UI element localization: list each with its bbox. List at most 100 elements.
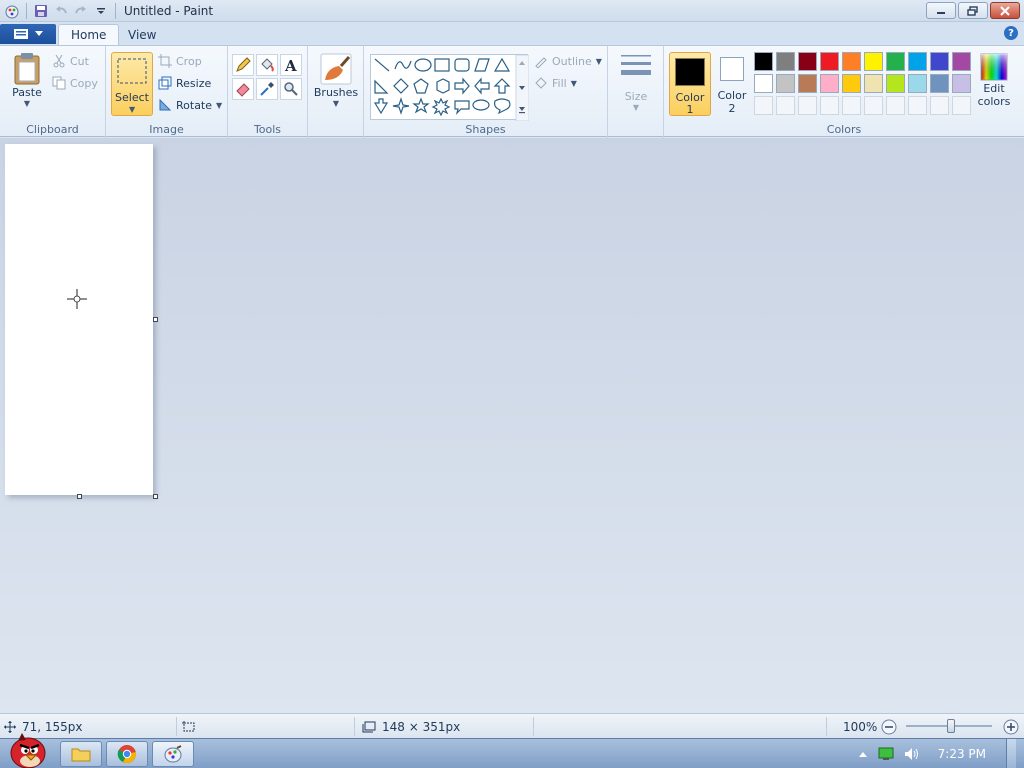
paste-label: Paste	[12, 86, 42, 99]
palette-color-swatch[interactable]	[930, 52, 949, 71]
palette-color-swatch[interactable]	[798, 52, 817, 71]
size-label: Size	[624, 90, 648, 103]
rotate-icon	[159, 98, 172, 111]
drawing-canvas[interactable]	[5, 144, 153, 495]
zoom-out-button[interactable]	[881, 714, 897, 739]
color-picker-icon[interactable]	[256, 78, 278, 100]
palette-color-swatch[interactable]	[754, 74, 773, 93]
brushes-button[interactable]: Brushes ▼	[314, 52, 358, 108]
clock[interactable]: 7:23 PM	[938, 747, 986, 761]
zoom-in-button[interactable]	[1003, 714, 1019, 739]
crop-label: Crop	[176, 54, 202, 68]
help-icon[interactable]: ?	[1004, 26, 1018, 40]
palette-color-swatch[interactable]	[864, 74, 883, 93]
chevron-down-icon: ▼	[632, 103, 640, 112]
save-icon[interactable]	[31, 1, 51, 21]
volume-icon[interactable]	[904, 747, 920, 761]
palette-custom-slot[interactable]	[776, 96, 795, 115]
palette-color-swatch[interactable]	[842, 74, 861, 93]
zoom-slider[interactable]	[906, 714, 992, 739]
text-icon[interactable]: A	[280, 54, 302, 76]
palette-color-swatch[interactable]	[886, 74, 905, 93]
palette-custom-slot[interactable]	[798, 96, 817, 115]
resize-button[interactable]: Resize	[158, 76, 211, 90]
palette-custom-slot[interactable]	[908, 96, 927, 115]
tab-view[interactable]: View	[116, 24, 168, 45]
taskbar-chrome-button[interactable]	[106, 741, 148, 767]
redo-icon[interactable]	[71, 1, 91, 21]
resize-handle-bottom[interactable]	[77, 494, 82, 499]
color-spectrum-icon	[980, 53, 1008, 81]
status-bar: 71, 155px 148 × 351px 100%	[0, 713, 1024, 738]
status-separator	[826, 717, 827, 736]
palette-custom-slot[interactable]	[930, 96, 949, 115]
undo-icon[interactable]	[51, 1, 71, 21]
palette-custom-slot[interactable]	[864, 96, 883, 115]
zoom-slider-thumb[interactable]	[947, 719, 955, 733]
palette-color-swatch[interactable]	[908, 52, 927, 71]
palette-custom-slot[interactable]	[754, 96, 773, 115]
palette-color-swatch[interactable]	[952, 74, 971, 93]
start-button[interactable]	[4, 731, 50, 768]
color1-button[interactable]: Color 1	[669, 52, 711, 116]
copy-label: Copy	[70, 76, 98, 90]
palette-color-swatch[interactable]	[952, 52, 971, 71]
edit-colors-label-1: Edit	[983, 82, 1005, 95]
resize-handle-right[interactable]	[153, 317, 158, 322]
copy-button[interactable]: Copy	[52, 76, 98, 90]
palette-custom-slot[interactable]	[886, 96, 905, 115]
palette-color-swatch[interactable]	[820, 52, 839, 71]
resize-handle-corner[interactable]	[153, 494, 158, 499]
rotate-label: Rotate	[176, 98, 213, 112]
restore-button[interactable]	[958, 2, 988, 19]
taskbar-paint-button[interactable]	[152, 741, 194, 767]
close-button[interactable]	[990, 2, 1020, 19]
chevron-down-icon: ▼	[332, 99, 340, 108]
paint-app-icon[interactable]	[2, 1, 22, 21]
copy-icon	[52, 76, 66, 90]
minimize-button[interactable]	[926, 2, 956, 19]
color2-button[interactable]: Color 2	[713, 52, 751, 116]
palette-custom-slot[interactable]	[842, 96, 861, 115]
palette-color-swatch[interactable]	[842, 52, 861, 71]
taskbar-explorer-button[interactable]	[60, 741, 102, 767]
show-desktop-button[interactable]	[1006, 739, 1016, 768]
palette-custom-slot[interactable]	[952, 96, 971, 115]
crosshair-cursor-icon	[67, 289, 87, 309]
ribbon-tabs: Home View ?	[0, 22, 1024, 45]
palette-color-swatch[interactable]	[820, 74, 839, 93]
palette-color-swatch[interactable]	[886, 52, 905, 71]
pencil-icon[interactable]	[232, 54, 254, 76]
eraser-icon[interactable]	[232, 78, 254, 100]
select-button[interactable]: Select ▼	[111, 52, 153, 116]
palette-color-swatch[interactable]	[930, 74, 949, 93]
folder-icon	[71, 748, 91, 762]
palette-color-swatch[interactable]	[776, 52, 795, 71]
crop-button[interactable]: Crop	[158, 54, 202, 68]
rotate-button[interactable]: Rotate ▼	[158, 98, 222, 112]
paint-menu-button[interactable]	[0, 24, 56, 44]
fill-button[interactable]: Fill ▼	[534, 76, 577, 90]
edit-colors-button[interactable]: Edit colors	[974, 52, 1014, 108]
show-hidden-icons-icon[interactable]	[858, 750, 868, 758]
outline-button[interactable]: Outline ▼	[534, 54, 602, 68]
cut-button[interactable]: Cut	[52, 54, 89, 68]
magnifier-icon[interactable]	[280, 78, 302, 100]
tab-home[interactable]: Home	[58, 24, 120, 45]
palette-custom-slot[interactable]	[820, 96, 839, 115]
palette-color-swatch[interactable]	[908, 74, 927, 93]
palette-color-swatch[interactable]	[864, 52, 883, 71]
resize-label: Resize	[176, 76, 212, 90]
shapes-gallery[interactable]	[370, 54, 530, 122]
qat-separator	[115, 2, 116, 19]
paste-button[interactable]: Paste ▼	[10, 52, 44, 108]
customize-qat-icon[interactable]	[91, 1, 111, 21]
size-button[interactable]: Size ▼	[614, 52, 658, 112]
canvas-workspace[interactable]	[0, 138, 1024, 713]
fill-bucket-icon[interactable]	[256, 54, 278, 76]
palette-color-swatch[interactable]	[754, 52, 773, 71]
palette-color-swatch[interactable]	[776, 74, 795, 93]
chevron-down-icon: ▼	[23, 99, 31, 108]
palette-color-swatch[interactable]	[798, 74, 817, 93]
network-icon[interactable]	[878, 747, 894, 761]
